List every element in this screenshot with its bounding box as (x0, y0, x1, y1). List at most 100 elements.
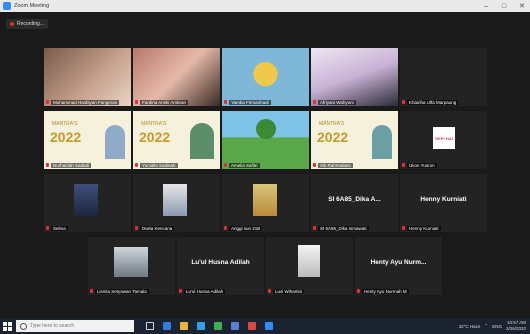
muted-mic-icon (135, 226, 138, 230)
slide-year: 2022 (139, 129, 171, 145)
muted-mic-icon (90, 289, 93, 293)
participant-video: MANTRA'S 2022 (44, 111, 131, 169)
zoom-taskbar-icon[interactable] (265, 322, 273, 330)
muted-mic-icon (46, 226, 49, 230)
participant-tile[interactable]: Muhammad Hasbiyan Fangeran (44, 48, 131, 106)
participant-display-name: SI 6A85_Dika A... (328, 196, 381, 203)
clock-date: 2/26/2022 (505, 326, 526, 331)
clock[interactable]: 10:57 AM 2/26/2022 (506, 320, 526, 332)
participant-tile[interactable]: Selma (44, 174, 131, 232)
participant-name: Anggi sun 21B (229, 226, 263, 231)
windows-taskbar: 32°C Haze ⌃ ENG 10:57 AM 2/26/2022 (0, 318, 530, 334)
participant-name: Lu'ul Husna Adilah (184, 289, 226, 294)
participant-tile[interactable]: Lisnita Setyawan Tamala (88, 237, 175, 295)
participant-tile[interactable]: Amelia Safitri (222, 111, 309, 169)
muted-mic-icon (224, 226, 227, 230)
participant-tile[interactable]: MANTRA'S 2022 Siti Rahmadani (311, 111, 398, 169)
participant-tile[interactable]: Yamba Firmanhadi (222, 48, 309, 106)
muted-mic-icon (46, 100, 49, 104)
participant-tile[interactable]: Afriyani Wahyuni (311, 48, 398, 106)
participant-name: Khairiha Ulfa Marpaung (407, 100, 459, 105)
participant-name: Selma (51, 226, 68, 231)
start-button[interactable] (0, 318, 14, 334)
muted-mic-icon (402, 226, 405, 230)
participant-tile[interactable]: Khairiha Ulfa Marpaung (400, 48, 487, 106)
participant-name: Afriyani Wahyuni (318, 100, 356, 105)
mail-icon[interactable] (231, 322, 239, 330)
slide-year: 2022 (50, 129, 82, 145)
search-icon (20, 322, 27, 330)
participant-video (222, 111, 309, 169)
muted-mic-icon (224, 163, 227, 167)
powerpoint-icon[interactable] (248, 322, 256, 330)
chrome-icon[interactable] (214, 322, 222, 330)
participant-tile[interactable]: SI 6A85_Dika A... SI 6A85_Dika Ismawati (311, 174, 398, 232)
zoom-app-icon (3, 2, 11, 10)
participant-tile[interactable]: MANTRA'S 2022 Yunialla Sadinah (133, 111, 220, 169)
window-title: Zoom Meeting (14, 3, 50, 9)
system-tray: 32°C Haze ⌃ ENG 10:57 AM 2/26/2022 (459, 318, 526, 334)
record-dot-icon (10, 22, 14, 26)
maximize-button[interactable]: □ (496, 0, 512, 12)
profile-photo (163, 184, 187, 216)
slide-banner-top: MANTRA'S (319, 121, 345, 127)
slide-year: 2022 (317, 129, 349, 145)
recording-indicator[interactable]: Recording... (6, 19, 48, 29)
muted-mic-icon (179, 289, 182, 293)
language-indicator[interactable]: ENG (492, 324, 502, 329)
tray-chevron-icon[interactable]: ⌃ (484, 323, 488, 329)
edge-icon[interactable] (163, 322, 171, 330)
profile-photo (74, 184, 98, 216)
muted-mic-icon (268, 289, 271, 293)
profile-photo (298, 245, 320, 277)
participant-tile[interactable]: Henny Kurniati Henny Kurniati (400, 174, 487, 232)
participant-tile[interactable]: Lusi Wihartini (266, 237, 353, 295)
participant-name: Ukon Yusron (407, 163, 437, 168)
search-input[interactable] (30, 323, 130, 329)
close-button[interactable]: ✕ (514, 0, 530, 12)
muted-mic-icon (135, 163, 138, 167)
profile-photo (253, 184, 277, 216)
participant-name: Henty Ayu Nurmah M (362, 289, 409, 294)
file-explorer-icon[interactable] (180, 322, 188, 330)
participant-tile[interactable]: Henty Ayu Nurm... Henty Ayu Nurmah M (355, 237, 442, 295)
slide-banner-top: MANTRA'S (52, 121, 78, 127)
muted-mic-icon (357, 289, 360, 293)
store-icon[interactable] (197, 322, 205, 330)
participant-tile[interactable]: Lu'ul Husna Adilah Lu'ul Husna Adilah (177, 237, 264, 295)
participant-name: Yamba Firmanhadi (229, 100, 271, 105)
meeting-gallery: Recording... Muhammad Hasbiyan Fangeran … (0, 12, 530, 318)
recording-label: Recording... (17, 21, 44, 27)
participant-name: Amelia Safitri (229, 163, 260, 168)
participant-video (222, 48, 309, 106)
participant-video (44, 48, 131, 106)
profile-photo (114, 247, 148, 277)
participant-tile[interactable]: Anggi sun 21B (222, 174, 309, 232)
taskbar-search[interactable] (16, 320, 134, 332)
windows-logo-icon (2, 321, 12, 331)
participant-display-name: Henty Ayu Nurm... (370, 259, 427, 266)
participant-tile[interactable]: MANTRA'S 2022 Nurhaidah Sadadi (44, 111, 131, 169)
participant-name: Henny Kurniati (407, 226, 441, 231)
muted-mic-icon (135, 100, 138, 104)
minimize-button[interactable]: – (478, 0, 494, 12)
participant-tile[interactable]: Fardina Amiki Ambran (133, 48, 220, 106)
title-bar: Zoom Meeting – □ ✕ (0, 0, 530, 12)
profile-logo: HEP! HAI (433, 127, 455, 149)
participant-tile[interactable]: HEP! HAI Ukon Yusron (400, 111, 487, 169)
participant-display-name: Lu'ul Husna Adilah (191, 259, 250, 266)
participant-name: Lisnita Setyawan Tamala (95, 289, 149, 294)
task-view-icon[interactable] (146, 322, 154, 330)
participant-name: SI 6A85_Dika Ismawati (318, 226, 369, 231)
participant-name: Muhammad Hasbiyan Fangeran (51, 100, 120, 105)
participant-name: Fardina Amiki Ambran (140, 100, 189, 105)
participant-name: Siti Rahmadani (318, 163, 353, 168)
weather-text[interactable]: 32°C Haze (459, 324, 481, 329)
participant-tile[interactable]: Dwita Kencana (133, 174, 220, 232)
muted-mic-icon (313, 226, 316, 230)
participant-video (311, 48, 398, 106)
muted-mic-icon (402, 100, 405, 104)
muted-mic-icon (224, 100, 227, 104)
participant-name: Lusi Wihartini (273, 289, 305, 294)
participant-video: MANTRA'S 2022 (133, 111, 220, 169)
